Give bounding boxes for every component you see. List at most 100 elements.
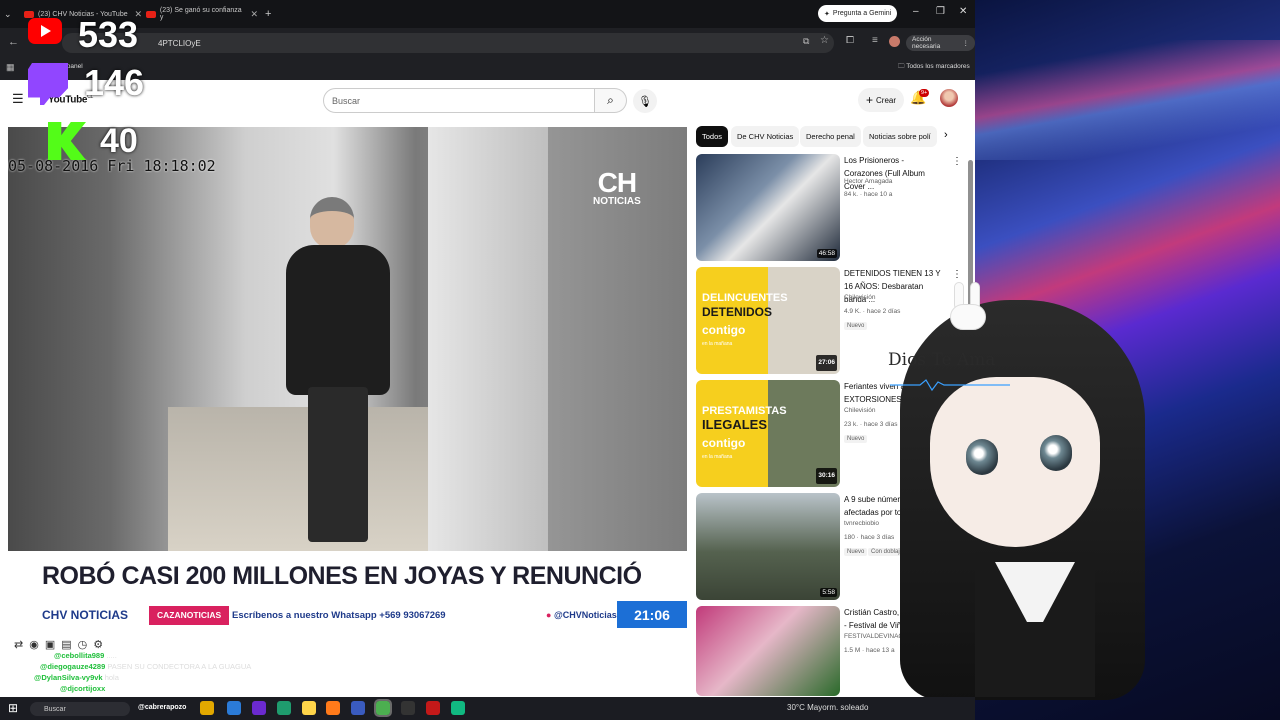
taskbar-search[interactable]: Buscar <box>30 702 130 716</box>
chip-derecho-penal[interactable]: Derecho penal <box>800 126 861 147</box>
app-green-icon[interactable] <box>451 701 465 715</box>
rec-meta: 84 k. · hace 10 a <box>844 191 893 198</box>
maximize-button[interactable]: ❐ <box>936 6 945 17</box>
tab-strip: ⌄ (23) CHV Noticias - YouTube ✕ (23) Se … <box>0 0 975 28</box>
person-legs <box>308 387 368 542</box>
rec-channel[interactable]: Chilevisión <box>844 407 875 414</box>
tab-se-gano[interactable]: (23) Se ganó su confianza y ✕ <box>146 4 258 24</box>
news-clock: 21:06 <box>617 601 687 628</box>
bunny-body <box>950 304 986 330</box>
camera-icon[interactable]: ▤ <box>61 638 71 651</box>
tab-search-menu[interactable]: ⌄ <box>4 4 12 24</box>
new-badge: Nuevo <box>844 435 868 443</box>
chat-user: @djcortijoxx <box>60 684 106 693</box>
watermark-bottom: NOTICIAS <box>593 196 641 207</box>
settings-icon[interactable]: ⚙ <box>93 638 103 651</box>
all-bookmarks-button[interactable]: 🗀 Todos los marcadores <box>898 62 970 73</box>
extensions-icon[interactable]: ⧠ <box>846 35 854 46</box>
chevron-right-icon[interactable]: › <box>944 129 948 141</box>
loop-icon[interactable]: ⇄ <box>14 638 23 651</box>
close-window-button[interactable]: ✕ <box>959 6 967 17</box>
weather-widget[interactable]: 30°C Mayorm. soleado <box>787 703 868 712</box>
search-input[interactable]: Buscar <box>323 88 595 113</box>
rec-duration: 30:16 <box>816 468 837 484</box>
facebook-handle-text: @CHVNoticias <box>553 610 617 620</box>
avatar[interactable] <box>940 89 958 107</box>
youtube-viewer-count: 533 <box>78 14 139 55</box>
menu-icon[interactable]: ☰ <box>12 91 24 107</box>
whatsapp-text: Escríbenos a nuestro Whatsapp +569 93067… <box>232 609 446 621</box>
youtube-favicon-icon <box>146 10 156 18</box>
rec-thumbnail[interactable]: DELINCUENTES DETENIDOS contigo en la mañ… <box>696 267 840 374</box>
new-tab-button[interactable]: + <box>265 4 271 24</box>
vegas-icon[interactable] <box>351 701 365 715</box>
rec-thumbnail[interactable]: 46:58 <box>696 154 840 261</box>
promo-line: DETENIDOS <box>702 304 773 319</box>
chip-noticias-politica[interactable]: Noticias sobre polí <box>863 126 937 147</box>
app-icon[interactable] <box>252 701 266 715</box>
folder-icon[interactable] <box>302 701 316 715</box>
firefox-icon[interactable] <box>326 701 340 715</box>
youtube-favicon-icon <box>24 10 34 18</box>
voice-search-button[interactable]: 🎙 <box>633 89 657 113</box>
search-button[interactable]: ⌕ <box>595 88 627 113</box>
rec-video[interactable]: 46:58 Los Prisioneros - Corazones (Full … <box>696 154 966 262</box>
dios-te-ama-overlay: Dios Te Ama <box>888 350 996 370</box>
scene-icon[interactable]: ▣ <box>45 638 55 651</box>
apps-icon[interactable]: ▦ <box>6 62 15 73</box>
rec-thumbnail[interactable] <box>696 606 840 696</box>
chrome-icon[interactable] <box>374 699 392 717</box>
gemini-button[interactable]: ✦ Pregunta a Gemini <box>818 5 898 22</box>
folder-icon: 🗀 <box>898 63 907 70</box>
opera-icon[interactable] <box>426 701 440 715</box>
install-icon[interactable]: ⧉ <box>803 36 809 47</box>
obs-icon[interactable] <box>401 701 415 715</box>
chip-chv[interactable]: De CHV Noticias <box>731 126 800 147</box>
create-button[interactable]: + Crear <box>858 88 905 112</box>
chip-todos[interactable]: Todos <box>696 126 729 147</box>
rec-thumbnail[interactable]: 5:58 <box>696 493 840 600</box>
chv-logo: CHV NOTICIAS <box>42 608 129 622</box>
rec-title[interactable]: Los Prisioneros - Corazones (Full Album … <box>844 154 944 193</box>
star-icon[interactable]: ☆ <box>820 35 829 46</box>
timer-icon[interactable]: ◷ <box>78 638 88 651</box>
facebook-icon: ● <box>546 610 554 620</box>
more-vert-icon[interactable]: ⋮ <box>952 269 962 280</box>
news-strip: CHV NOTICIAS CAZANOTICIAS Escríbenos a n… <box>8 601 687 629</box>
more-vert-icon[interactable]: ⋮ <box>952 156 962 167</box>
bunny-accessory <box>940 282 1000 332</box>
facebook-handle: ● @CHVNoticias <box>546 610 617 620</box>
youtube-icon <box>28 18 62 44</box>
edge-icon[interactable] <box>277 701 291 715</box>
address-bar-row: ← 4PTCLIOyE ⧉ ☆ ⧠ ≡ <box>0 30 975 56</box>
person-head <box>310 197 354 249</box>
heartbeat-line <box>890 379 1010 392</box>
promo-tagline: en la mañana <box>702 340 733 347</box>
file-explorer-icon[interactable] <box>200 701 214 715</box>
video-player[interactable]: 05-08-2016 Fri 18:18:02 CH NOTICIAS <box>8 127 687 551</box>
kick-viewer-count: 40 <box>100 122 138 160</box>
close-icon[interactable]: ✕ <box>250 9 258 20</box>
rec-channel[interactable]: Chilevisión <box>844 294 875 301</box>
chat-message: @diegogauze4289 PASEN SU CONDECTORA A LA… <box>8 661 328 672</box>
minimize-button[interactable]: – <box>913 6 919 17</box>
profile-avatar[interactable] <box>889 36 900 47</box>
media-icon[interactable]: ≡ <box>872 35 878 46</box>
action-needed-button[interactable]: Acción necesaria ⋮ <box>906 35 975 51</box>
windows-start-icon[interactable]: ⊞ <box>8 701 18 715</box>
rec-thumbnail[interactable]: PRESTAMISTAS ILEGALES contigo en la maña… <box>696 380 840 487</box>
news-lower-third: ROBÓ CASI 200 MILLONES EN JOYAS Y RENUNC… <box>8 551 687 629</box>
audio-icon[interactable]: ◉ <box>29 638 39 651</box>
rec-channel[interactable]: tvnrecbiobio <box>844 520 879 527</box>
chat-user: @diegogauze4289 <box>40 662 106 671</box>
wallpaper-streak <box>975 40 1280 160</box>
omnibox[interactable]: 4PTCLIOyE <box>62 33 834 53</box>
rec-channel[interactable]: Hector Amagada <box>844 178 892 185</box>
chevron-down-icon[interactable]: ⌄ <box>4 9 12 20</box>
back-icon[interactable]: ← <box>8 36 19 48</box>
chat-text: hola <box>104 673 119 682</box>
promo-brand: contigo <box>702 322 746 337</box>
rec-duration: 5:58 <box>820 588 837 597</box>
tab-title: (23) Se ganó su confianza y <box>159 7 242 21</box>
vscode-icon[interactable] <box>227 701 241 715</box>
